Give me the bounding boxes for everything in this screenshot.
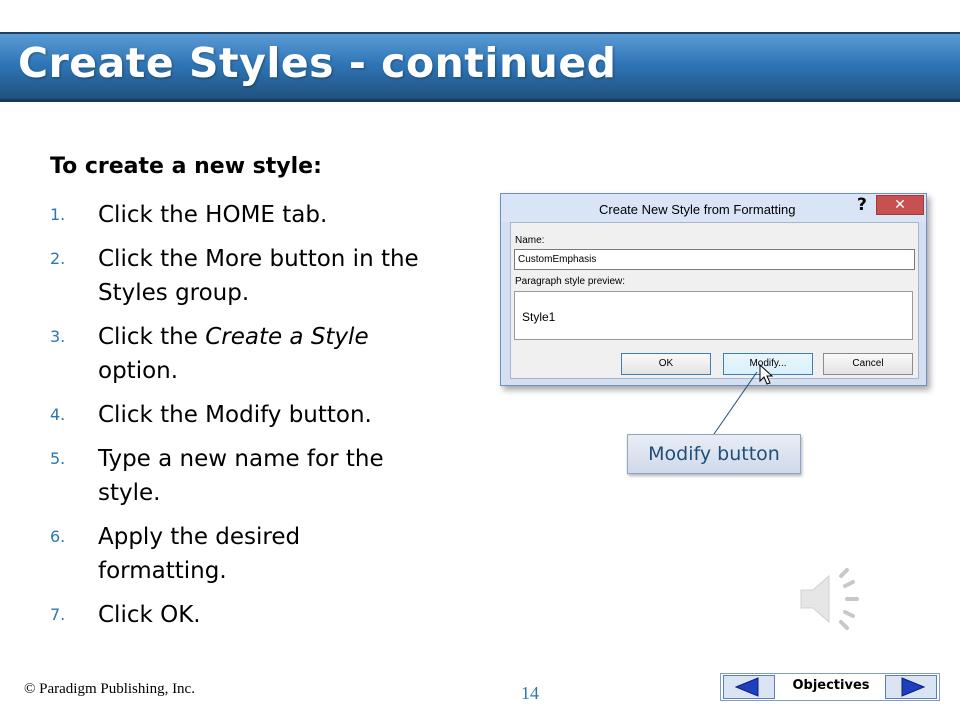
list-item: 4. Click the Modify button.: [50, 398, 430, 432]
step-text: Click OK.: [98, 602, 201, 628]
list-item: 2. Click the More button in the Styles g…: [50, 242, 430, 310]
step-number: 7.: [50, 605, 66, 624]
step-text: Click the HOME tab.: [98, 202, 328, 228]
step-text-part: option.: [98, 358, 179, 384]
step-number: 3.: [50, 327, 66, 346]
instructions-heading: To create a new style:: [50, 154, 322, 179]
step-text: Click the Modify button.: [98, 402, 372, 428]
step-number: 1.: [50, 205, 66, 224]
close-button[interactable]: ✕: [876, 195, 924, 215]
step-text: Type a new name for the style.: [98, 446, 384, 506]
page-number: 14: [521, 683, 539, 703]
list-item: 5. Type a new name for the style.: [50, 442, 430, 510]
dialog-title: Create New Style from Formatting: [599, 202, 796, 217]
speaker-icon[interactable]: [795, 568, 865, 630]
modify-button[interactable]: Modify...: [723, 353, 813, 375]
name-field[interactable]: CustomEmphasis: [514, 249, 915, 270]
step-number: 6.: [50, 527, 66, 546]
list-item: 7. Click OK.: [50, 598, 430, 632]
preview-label: Paragraph style preview:: [515, 276, 626, 287]
slide-navigation: Objectives: [720, 673, 940, 701]
help-button[interactable]: ?: [857, 195, 867, 215]
preview-text: Style1: [522, 310, 556, 324]
slide-title: Create Styles - continued: [18, 39, 617, 87]
next-slide-button[interactable]: [885, 675, 937, 699]
step-text: Click the Create a Style option.: [98, 320, 430, 388]
steps-list: 1. Click the HOME tab. 2. Click the More…: [50, 198, 430, 642]
objectives-link[interactable]: Objectives: [779, 678, 883, 693]
step-number: 4.: [50, 405, 66, 424]
ok-button[interactable]: OK: [621, 353, 711, 375]
cancel-button[interactable]: Cancel: [823, 353, 913, 375]
list-item: 6. Apply the desired formatting.: [50, 520, 430, 588]
arrow-left-icon: [734, 677, 759, 697]
name-label: Name:: [515, 235, 545, 246]
dialog-body: Name: CustomEmphasis Paragraph style pre…: [510, 222, 919, 379]
list-item: 1. Click the HOME tab.: [50, 198, 430, 232]
step-number: 2.: [50, 249, 66, 268]
previous-slide-button[interactable]: [723, 675, 775, 699]
step-text-emphasis: Create a Style: [205, 324, 369, 350]
step-text: Apply the desired formatting.: [98, 524, 301, 584]
copyright-notice: © Paradigm Publishing, Inc.: [24, 681, 195, 697]
step-number: 5.: [50, 449, 66, 468]
create-style-dialog: Create New Style from Formatting ? ✕ Nam…: [500, 193, 927, 386]
list-item: 3. Click the Create a Style option.: [50, 320, 430, 388]
step-text: Click the More button in the Styles grou…: [98, 246, 419, 306]
step-text-part: Click the: [98, 324, 206, 350]
style-preview-box: Style1: [514, 291, 913, 340]
modify-button-callout: Modify button: [627, 434, 801, 474]
arrow-right-icon: [901, 677, 926, 697]
